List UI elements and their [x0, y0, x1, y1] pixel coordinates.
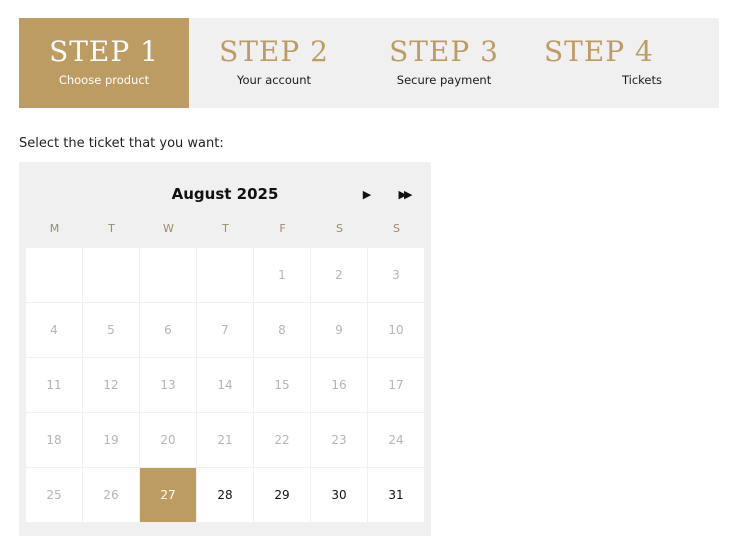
available-day-cell[interactable]: 28	[197, 468, 253, 522]
weekday-header: M T W T F S S	[26, 222, 425, 236]
disabled-day-cell: 13	[140, 358, 196, 412]
weekday-label: T	[108, 222, 115, 235]
calendar-day-grid: 1 2 3 4 5 6 7 8 9 10 11 12 13 14 15 16 17 18 19 20 21 22 23 24 2…	[26, 248, 425, 524]
available-day-cell[interactable]: 29	[254, 468, 310, 522]
weekday-label: M	[49, 222, 60, 235]
disabled-day-cell: 12	[83, 358, 139, 412]
disabled-day-cell: 18	[26, 413, 82, 467]
empty-day-cell	[140, 248, 196, 302]
disabled-day-cell: 14	[197, 358, 253, 412]
step-1-choose-product: STEP 1 Choose product	[19, 18, 189, 108]
weekday-label: W	[163, 222, 174, 235]
step-title: STEP 2	[219, 35, 329, 68]
fast-forward-icon: ▶▶	[398, 188, 413, 201]
next-month-button[interactable]: ▶	[357, 186, 377, 204]
weekday-label: T	[222, 222, 229, 235]
available-day-cell[interactable]: 31	[368, 468, 424, 522]
disabled-day-cell: 17	[368, 358, 424, 412]
disabled-day-cell: 9	[311, 303, 367, 357]
step-subtitle: Choose product	[58, 73, 150, 87]
weekday-label: S	[393, 222, 400, 235]
weekday-label: F	[279, 222, 286, 235]
disabled-day-cell: 22	[254, 413, 310, 467]
disabled-day-cell: 15	[254, 358, 310, 412]
disabled-day-cell: 2	[311, 248, 367, 302]
step-subtitle: Your account	[236, 73, 312, 87]
selected-day-cell[interactable]: 27	[140, 468, 196, 522]
empty-day-cell	[83, 248, 139, 302]
checkout-stepper: STEP 1 Choose product STEP 2 Your accoun…	[19, 18, 719, 108]
disabled-day-cell: 10	[368, 303, 424, 357]
play-triangle-icon: ▶	[362, 188, 372, 201]
step-4-tickets: STEP 4	[529, 18, 689, 108]
weekday-label: S	[336, 222, 343, 235]
disabled-day-cell: 3	[368, 248, 424, 302]
disabled-day-cell: 19	[83, 413, 139, 467]
step-3-secure-payment: STEP 3 Secure payment	[359, 18, 529, 108]
date-picker-calendar: August 2025 ▶ ▶▶ M T W T F S S 123456789…	[19, 162, 431, 536]
step-subtitle: Tickets	[621, 73, 662, 87]
empty-day-cell	[197, 248, 253, 302]
disabled-day-cell: 16	[311, 358, 367, 412]
disabled-day-cell: 11	[26, 358, 82, 412]
step-subtitle: Secure payment	[396, 73, 492, 87]
disabled-day-cell: 7	[197, 303, 253, 357]
disabled-day-cell: 26	[83, 468, 139, 522]
step-title: STEP 4	[544, 35, 654, 68]
empty-day-cell	[26, 248, 82, 302]
ticket-prompt: Select the ticket that you want:	[19, 136, 224, 151]
disabled-day-cell: 8	[254, 303, 310, 357]
disabled-day-cell: 1	[254, 248, 310, 302]
disabled-day-cell: 23	[311, 413, 367, 467]
fast-forward-button[interactable]: ▶▶	[391, 186, 417, 204]
disabled-day-cell: 20	[140, 413, 196, 467]
step-2-your-account: STEP 2 Your account	[189, 18, 359, 108]
disabled-day-cell: 25	[26, 468, 82, 522]
available-day-cell[interactable]: 30	[311, 468, 367, 522]
disabled-day-cell: 24	[368, 413, 424, 467]
disabled-day-cell: 4	[26, 303, 82, 357]
disabled-day-cell: 21	[197, 413, 253, 467]
disabled-day-cell: 5	[83, 303, 139, 357]
step-title: STEP 3	[389, 35, 499, 68]
step-title: STEP 1	[49, 35, 159, 68]
disabled-day-cell: 6	[140, 303, 196, 357]
